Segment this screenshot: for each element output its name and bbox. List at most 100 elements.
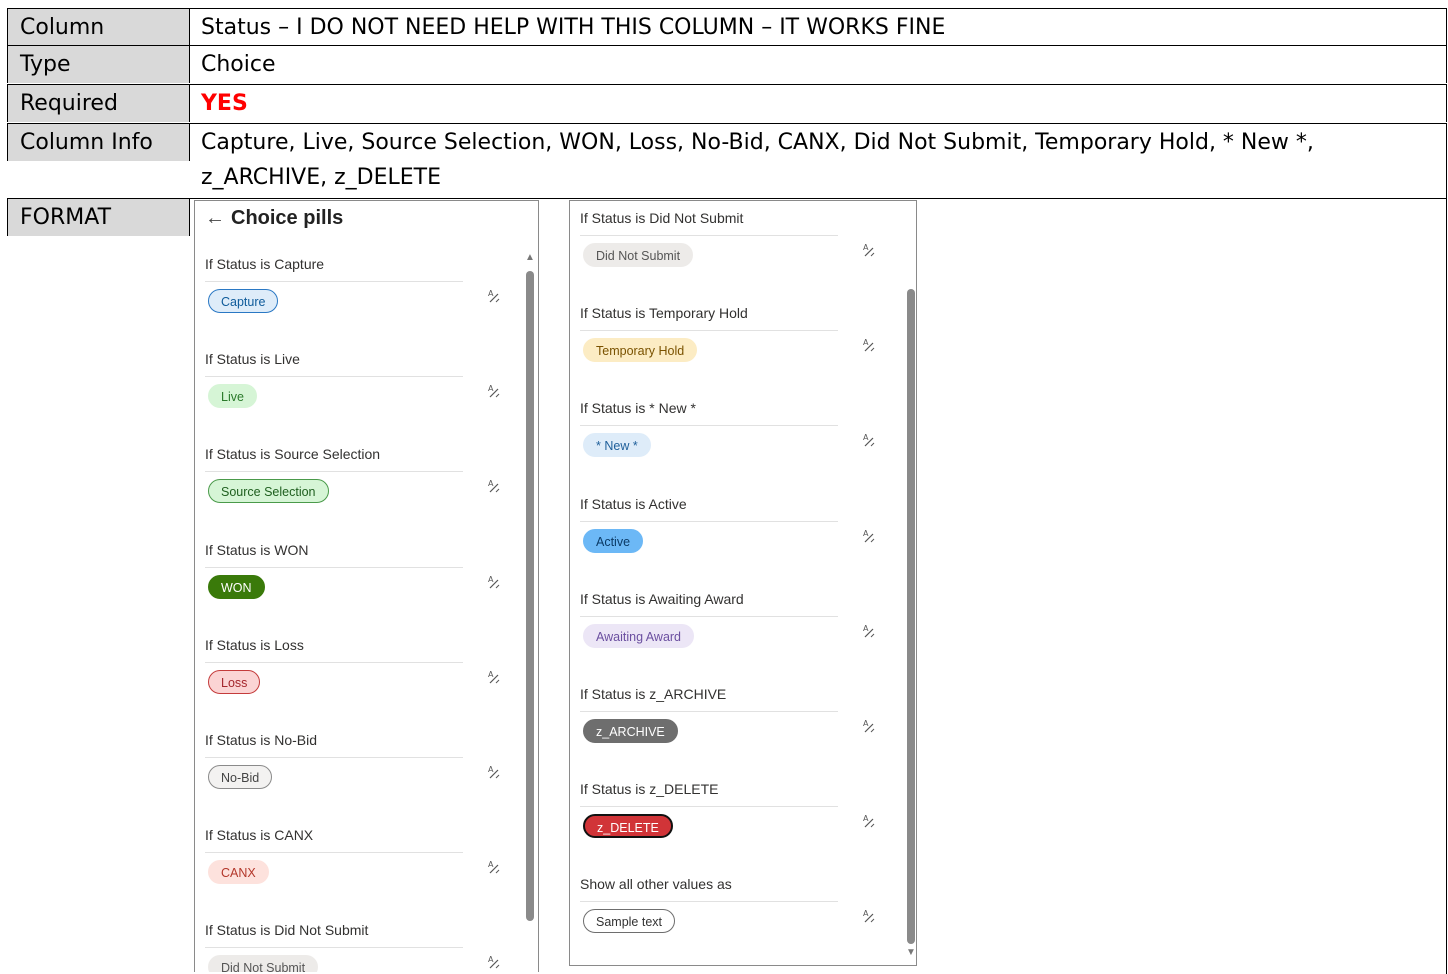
choice-pill: Capture: [208, 289, 279, 313]
svg-text:A: A: [488, 670, 494, 679]
svg-text:A: A: [863, 433, 869, 442]
rule-divider: [205, 852, 463, 854]
text-style-edit-icon[interactable]: A: [487, 764, 501, 783]
svg-text:A: A: [863, 909, 869, 918]
rule-divider: [580, 425, 838, 427]
svg-text:A: A: [863, 719, 869, 728]
format-rule: If Status is No-Bid No-Bid A: [205, 732, 525, 827]
rule-divider: [580, 615, 838, 617]
rule-caption: If Status is Temporary Hold: [580, 305, 748, 322]
text-style-edit-icon[interactable]: A: [862, 242, 876, 261]
rule-divider: [205, 661, 463, 663]
rule-caption: If Status is Active: [580, 495, 687, 512]
svg-text:A: A: [863, 814, 869, 823]
text-style-edit-icon[interactable]: A: [487, 574, 501, 593]
label-format: FORMAT: [7, 199, 190, 236]
format-rule: If Status is Live Live A: [205, 351, 525, 446]
rule-caption: If Status is Capture: [205, 256, 325, 272]
choice-pill: No-Bid: [208, 765, 273, 789]
row-type: Type Choice: [7, 45, 1447, 85]
row-required: Required YES: [7, 84, 1447, 124]
choice-pill: Active: [583, 528, 644, 553]
text-style-edit-icon[interactable]: A: [862, 528, 876, 547]
column-info-line-2: z_ARCHIVE, z_DELETE: [201, 165, 442, 190]
label-type: Type: [7, 46, 190, 83]
format-rule: If Status is Awaiting Award Awaiting Awar…: [580, 591, 900, 686]
format-rule: If Status is Capture Capture A: [205, 256, 525, 351]
choice-pill: Loss: [208, 669, 261, 694]
column-info-line-1: Capture, Live, Source Selection, WON, Lo…: [201, 130, 1314, 155]
choice-pills-panel-left: ← Choice pills If Status is Capture Captur…: [194, 200, 539, 972]
text-style-edit-icon[interactable]: A: [487, 859, 501, 878]
rule-caption: If Status is z_ARCHIVE: [580, 686, 727, 702]
choice-pill: Did Not Submit: [583, 243, 694, 267]
rule-divider: [205, 757, 463, 758]
rule-divider: [580, 711, 838, 712]
text-style-edit-icon[interactable]: A: [487, 954, 501, 972]
rule-divider: [205, 281, 463, 282]
choice-pill: Did Not Submit: [208, 955, 319, 972]
value-required: YES: [190, 85, 1447, 122]
value-column-info: Capture, Live, Source Selection, WON, Lo…: [190, 124, 1447, 199]
text-style-edit-icon[interactable]: A: [487, 383, 501, 402]
format-rule: Show all other values as Sample text A: [580, 876, 900, 965]
format-rule: If Status is Active Active A: [580, 496, 900, 591]
value-column: Status – I DO NOT NEED HELP WITH THIS CO…: [190, 9, 1447, 46]
svg-text:A: A: [863, 529, 869, 538]
scrollbar-thumb[interactable]: [526, 271, 534, 921]
rule-caption: If Status is Awaiting Award: [580, 590, 744, 607]
rule-divider: [580, 235, 838, 236]
panel-title: ← Choice pills: [205, 207, 343, 230]
text-style-edit-icon[interactable]: A: [862, 813, 876, 832]
label-column-info: Column Info: [7, 124, 190, 161]
format-rule: If Status is Source Selection Source Sele…: [205, 446, 525, 541]
rule-divider: [580, 330, 838, 332]
text-style-edit-icon[interactable]: A: [862, 432, 876, 451]
format-spec-table: Column Status – I DO NOT NEED HELP WITH …: [7, 8, 1447, 974]
svg-text:A: A: [863, 338, 869, 347]
scroll-down-icon[interactable]: ▼: [906, 947, 916, 958]
choice-pill: Temporary Hold: [583, 338, 698, 363]
text-style-edit-icon[interactable]: A: [862, 623, 876, 642]
format-rule: If Status is Did Not Submit Did Not Submi…: [580, 210, 900, 305]
text-style-edit-icon[interactable]: A: [862, 718, 876, 737]
svg-text:A: A: [488, 575, 494, 584]
format-rule: If Status is * New * * New * A: [580, 400, 900, 495]
format-rule: If Status is z_DELETE z_DELETE A: [580, 781, 900, 876]
rule-divider: [205, 947, 463, 949]
row-column-info: Column Info Capture, Live, Source Select…: [7, 123, 1447, 199]
format-rule: If Status is WON WON A: [205, 542, 525, 637]
format-rule: If Status is Temporary Hold Temporary Hol…: [580, 305, 900, 400]
text-style-edit-icon[interactable]: A: [862, 337, 876, 356]
rule-caption: If Status is Source Selection: [205, 446, 381, 463]
scroll-up-icon[interactable]: ▲: [525, 252, 535, 263]
choice-pill: WON: [208, 574, 265, 599]
rule-divider: [580, 901, 838, 903]
rule-divider: [205, 376, 463, 378]
choice-pill: Live: [208, 384, 257, 409]
rule-caption: If Status is z_DELETE: [580, 781, 719, 798]
value-type: Choice: [190, 46, 1447, 83]
rule-divider: [580, 806, 838, 808]
choice-pill: * New *: [583, 433, 651, 458]
scrollbar-thumb[interactable]: [907, 289, 915, 944]
choice-pill: z_DELETE: [583, 814, 673, 839]
text-style-edit-icon[interactable]: A: [487, 669, 501, 688]
rule-divider: [205, 471, 463, 473]
svg-text:A: A: [488, 860, 494, 869]
svg-text:A: A: [488, 289, 494, 298]
rule-caption: If Status is Did Not Submit: [580, 210, 744, 226]
rule-caption: If Status is Live: [205, 351, 300, 368]
text-style-edit-icon[interactable]: A: [862, 908, 876, 927]
svg-text:A: A: [863, 624, 869, 633]
arrow-left-icon[interactable]: ←: [205, 207, 225, 229]
label-column: Column: [7, 9, 190, 46]
rule-caption: If Status is Did Not Submit: [205, 922, 369, 939]
format-rule: If Status is CANX CANX A: [205, 827, 525, 922]
svg-text:A: A: [488, 765, 494, 774]
choice-pill: Sample text: [583, 909, 676, 934]
rule-caption: If Status is Loss: [205, 636, 304, 653]
svg-text:A: A: [863, 243, 869, 252]
text-style-edit-icon[interactable]: A: [487, 288, 501, 307]
text-style-edit-icon[interactable]: A: [487, 478, 501, 497]
